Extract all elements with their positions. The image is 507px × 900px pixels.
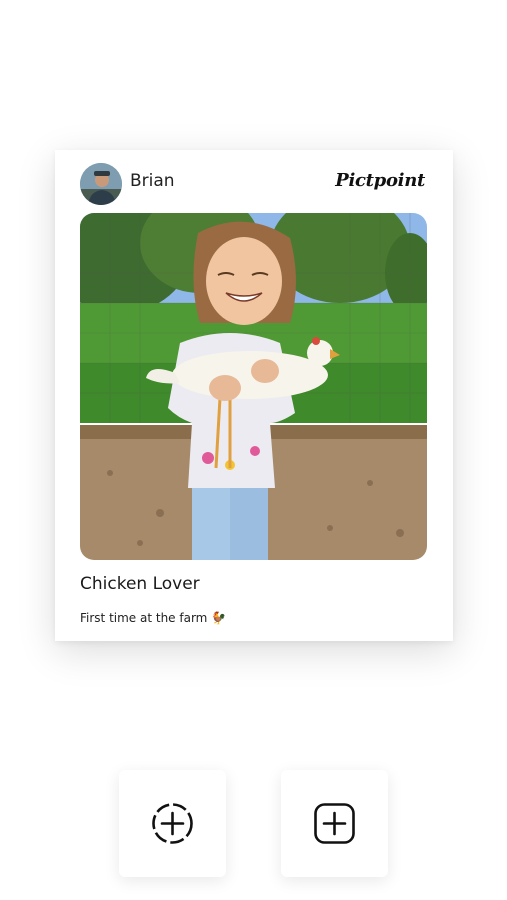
post-title: Chicken Lover	[80, 574, 200, 594]
top-bar	[0, 0, 507, 14]
back-arrow-icon[interactable]	[24, 0, 54, 12]
add-post-button[interactable]	[281, 770, 388, 877]
user-avatar[interactable]	[80, 163, 122, 205]
username[interactable]: Brian	[130, 171, 175, 191]
post-photo[interactable]	[80, 213, 427, 560]
brand-logo: Pictpoint	[335, 170, 425, 191]
post-caption: First time at the farm 🐓	[80, 611, 227, 625]
add-square-icon	[314, 803, 355, 844]
add-circle-dashed-icon	[152, 803, 193, 844]
post-card[interactable]: Brian Pictpoint Chicken Lover First time…	[55, 150, 453, 641]
add-story-button[interactable]	[119, 770, 226, 877]
